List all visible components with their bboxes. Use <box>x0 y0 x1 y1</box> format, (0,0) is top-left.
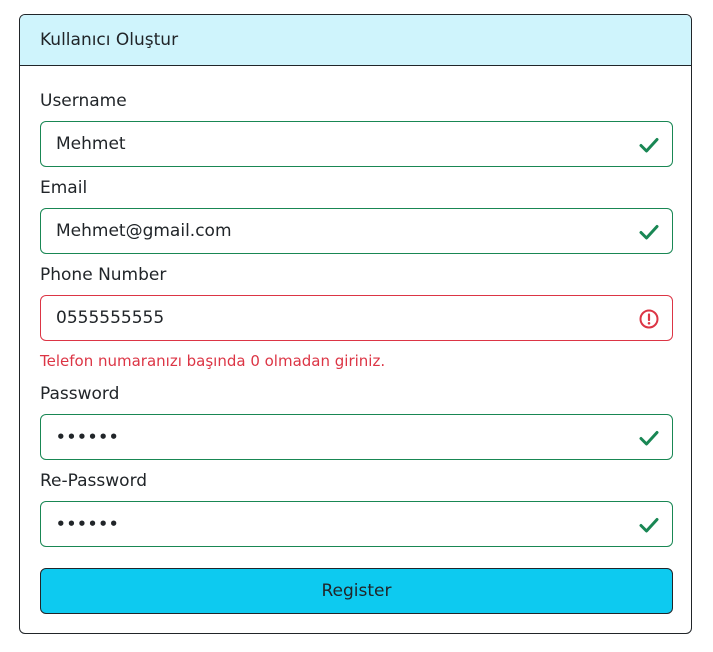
phone-value: 0555555555 <box>56 308 165 328</box>
username-value: Mehmet <box>56 134 126 154</box>
repassword-input[interactable]: •••••• <box>40 501 673 547</box>
exclamation-circle-icon <box>639 309 659 329</box>
phone-error-message: Telefon numaranızı başında 0 olmadan gir… <box>40 352 386 370</box>
check-icon <box>639 138 659 153</box>
email-input[interactable]: Mehmet@gmail.com <box>40 208 673 254</box>
username-label: Username <box>40 91 127 111</box>
phone-label: Phone Number <box>40 265 167 285</box>
password-label: Password <box>40 384 120 404</box>
check-icon <box>639 225 659 240</box>
register-card: Kullanıcı Oluştur Username Mehmet Email … <box>19 14 692 634</box>
check-icon <box>639 518 659 533</box>
email-label: Email <box>40 178 88 198</box>
phone-input[interactable]: 0555555555 <box>40 295 673 341</box>
card-title: Kullanıcı Oluştur <box>40 30 179 50</box>
register-button[interactable]: Register <box>40 568 673 614</box>
repassword-value: •••••• <box>56 515 120 533</box>
password-input[interactable]: •••••• <box>40 414 673 460</box>
check-icon <box>639 431 659 446</box>
email-value: Mehmet@gmail.com <box>56 221 232 241</box>
card-header: Kullanıcı Oluştur <box>20 15 691 66</box>
username-input[interactable]: Mehmet <box>40 121 673 167</box>
password-value: •••••• <box>56 428 120 446</box>
repassword-label: Re-Password <box>40 471 148 491</box>
